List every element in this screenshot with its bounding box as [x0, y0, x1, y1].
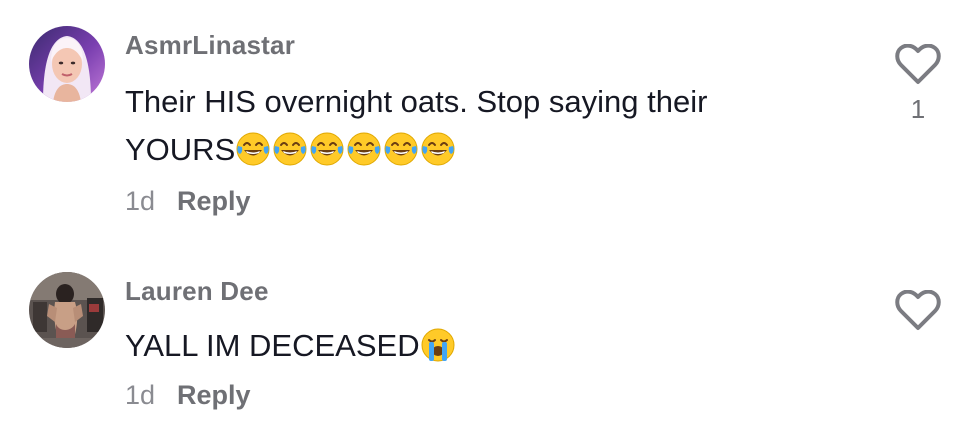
- comment-text-line-2: YOURS: [125, 132, 236, 167]
- avatar-image: [29, 26, 105, 102]
- comment-item: Lauren Dee YALL IM DECEASED 1d Reply: [0, 260, 980, 433]
- comment-text: YALL IM DECEASED: [125, 322, 865, 370]
- like-count: 1: [910, 94, 926, 124]
- emoji-row: [420, 328, 457, 363]
- avatar-image: [29, 272, 105, 348]
- face-with-tears-of-joy-icon: [384, 132, 418, 166]
- avatar[interactable]: [29, 272, 105, 348]
- comment-username[interactable]: AsmrLinastar: [125, 30, 295, 61]
- comment-item: AsmrLinastar Their HIS overnight oats. S…: [0, 0, 980, 240]
- comment-username[interactable]: Lauren Dee: [125, 276, 269, 307]
- comment-text-line-1: Their HIS overnight oats. Stop saying th…: [125, 84, 708, 119]
- heart-outline-icon: [895, 289, 941, 330]
- face-with-tears-of-joy-icon: [273, 132, 307, 166]
- face-with-tears-of-joy-icon: [310, 132, 344, 166]
- reply-button[interactable]: Reply: [177, 186, 251, 216]
- heart-outline-icon: [895, 43, 941, 84]
- reply-button[interactable]: Reply: [177, 380, 251, 410]
- avatar[interactable]: [29, 26, 105, 102]
- like-button[interactable]: [895, 43, 941, 86]
- comment-time: 1d: [125, 186, 156, 216]
- like-button[interactable]: [895, 289, 941, 332]
- emoji-row: [235, 132, 457, 167]
- comment-meta: 1d Reply: [125, 380, 251, 411]
- comment-text-line-1: YALL IM DECEASED: [125, 328, 420, 363]
- face-with-tears-of-joy-icon: [347, 132, 381, 166]
- comment-text: Their HIS overnight oats. Stop saying th…: [125, 78, 865, 174]
- comment-meta: 1d Reply: [125, 186, 251, 217]
- loudly-crying-face-icon: [421, 328, 455, 362]
- face-with-tears-of-joy-icon: [236, 132, 270, 166]
- comment-time: 1d: [125, 380, 156, 410]
- face-with-tears-of-joy-icon: [421, 132, 455, 166]
